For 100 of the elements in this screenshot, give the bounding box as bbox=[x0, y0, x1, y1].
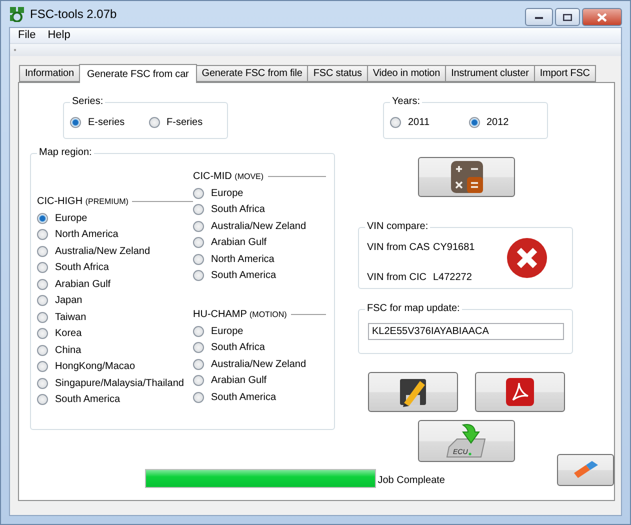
radio-button[interactable] bbox=[193, 254, 204, 265]
minimize-button[interactable] bbox=[525, 8, 553, 26]
radio-label: South Africa bbox=[211, 342, 265, 354]
radio-option[interactable]: South America bbox=[37, 392, 193, 408]
tab[interactable]: Generate FSC from car bbox=[78, 64, 197, 83]
radio-option[interactable]: Australia/New Zeland bbox=[37, 243, 193, 260]
radio-button[interactable] bbox=[193, 188, 204, 199]
vin-label: VIN from CIC bbox=[367, 272, 428, 283]
radio-button[interactable] bbox=[193, 392, 204, 403]
radio-button[interactable] bbox=[193, 375, 204, 386]
radio-label: Europe bbox=[211, 326, 244, 337]
tab[interactable]: FSC status bbox=[307, 65, 368, 82]
calculate-button[interactable] bbox=[418, 157, 515, 197]
radio-label: Taiwan bbox=[55, 312, 86, 323]
close-button[interactable] bbox=[582, 8, 622, 26]
group-heading: CIC-HIGH (PREMIUM) bbox=[37, 196, 128, 207]
radio-option[interactable]: South America bbox=[193, 389, 326, 406]
floppy-pencil-icon bbox=[398, 377, 428, 407]
tab[interactable]: Generate FSC from file bbox=[196, 65, 308, 82]
radio-label: South America bbox=[211, 392, 276, 403]
radio-button[interactable] bbox=[193, 326, 204, 337]
radio-label: Singapure/Malaysia/Thailand bbox=[55, 378, 184, 389]
radio-option[interactable]: Europe bbox=[37, 210, 193, 226]
clear-button[interactable] bbox=[557, 454, 614, 486]
radio-button[interactable] bbox=[37, 344, 48, 356]
radio-label: 2012 bbox=[486, 116, 509, 128]
menu-item[interactable]: Help bbox=[42, 28, 76, 43]
radio-option[interactable]: 2011 bbox=[390, 114, 468, 130]
radio-button[interactable] bbox=[37, 312, 48, 323]
radio-label: South America bbox=[211, 270, 276, 282]
radio-button[interactable] bbox=[390, 116, 401, 128]
radio-button[interactable] bbox=[37, 295, 48, 306]
calculator-icon bbox=[450, 161, 482, 193]
radio-option[interactable]: Europe bbox=[193, 323, 326, 340]
radio-label: Arabian Gulf bbox=[211, 375, 267, 386]
radio-label: China bbox=[55, 344, 82, 356]
radio-option[interactable]: Australia/New Zeland bbox=[193, 356, 326, 372]
radio-button[interactable] bbox=[37, 328, 48, 340]
radio-button[interactable] bbox=[148, 116, 160, 128]
radio-label: Europe bbox=[211, 188, 244, 199]
radio-button[interactable] bbox=[193, 270, 204, 282]
eraser-icon bbox=[572, 461, 600, 479]
radio-option[interactable]: Arabian Gulf bbox=[193, 372, 326, 389]
radio-label: Arabian Gulf bbox=[55, 278, 111, 290]
vin-value: L472272 bbox=[433, 272, 473, 283]
maximize-button[interactable] bbox=[555, 8, 580, 26]
radio-button[interactable] bbox=[193, 237, 204, 248]
radio-option[interactable]: F-series bbox=[148, 114, 227, 130]
radio-button[interactable] bbox=[193, 204, 204, 216]
radio-button[interactable] bbox=[37, 212, 48, 224]
save-button[interactable] bbox=[368, 372, 458, 412]
radio-button[interactable] bbox=[37, 262, 48, 274]
close-icon bbox=[597, 12, 607, 22]
radio-option[interactable]: HongKong/Macao bbox=[37, 358, 193, 375]
radio-option[interactable]: Europe bbox=[193, 185, 326, 202]
radio-option[interactable]: Taiwan bbox=[37, 309, 193, 326]
radio-button[interactable] bbox=[37, 394, 48, 406]
radio-option[interactable]: South America bbox=[193, 268, 326, 284]
radio-option[interactable]: Arabian Gulf bbox=[193, 234, 326, 251]
tab[interactable]: Import FSC bbox=[534, 65, 596, 82]
radio-button[interactable] bbox=[468, 116, 480, 128]
tab[interactable]: Instrument cluster bbox=[445, 65, 535, 82]
radio-button[interactable] bbox=[37, 229, 48, 240]
group-label: Map region: bbox=[37, 147, 94, 159]
tab[interactable]: Information bbox=[19, 65, 80, 82]
radio-label: South Africa bbox=[55, 262, 109, 274]
radio-button[interactable] bbox=[37, 361, 48, 372]
radio-option[interactable]: South Africa bbox=[37, 260, 193, 276]
app-logo-icon bbox=[9, 6, 25, 22]
radio-label: Australia/New Zeland bbox=[211, 358, 306, 370]
radio-button[interactable] bbox=[193, 358, 204, 370]
radio-label: Korea bbox=[55, 328, 82, 340]
radio-label: Japan bbox=[55, 295, 82, 306]
radio-option[interactable]: China bbox=[37, 342, 193, 358]
radio-option[interactable]: Australia/New Zeland bbox=[193, 218, 326, 234]
radio-option[interactable]: North America bbox=[193, 251, 326, 268]
group-label: FSC for map update: bbox=[365, 303, 462, 315]
radio-button[interactable] bbox=[37, 246, 48, 257]
radio-button[interactable] bbox=[193, 342, 204, 354]
radio-option[interactable]: North America bbox=[37, 226, 193, 243]
radio-option[interactable]: 2012 bbox=[468, 114, 547, 130]
radio-option[interactable]: Arabian Gulf bbox=[37, 276, 193, 292]
radio-option[interactable]: Korea bbox=[37, 326, 193, 342]
radio-button[interactable] bbox=[70, 116, 81, 128]
pdf-button[interactable] bbox=[475, 372, 565, 412]
minimize-icon bbox=[535, 16, 543, 18]
radio-option[interactable]: Japan bbox=[37, 292, 193, 309]
radio-button[interactable] bbox=[37, 278, 48, 290]
radio-button[interactable] bbox=[37, 378, 48, 389]
fsc-field[interactable]: KL2E55V376IAYABIAACA bbox=[368, 323, 564, 340]
radio-option[interactable]: E-series bbox=[70, 114, 148, 130]
radio-option[interactable]: South Africa bbox=[193, 340, 326, 356]
menu-item[interactable]: File bbox=[12, 28, 42, 43]
radio-button[interactable] bbox=[193, 220, 204, 232]
radio-label: Australia/New Zeland bbox=[211, 220, 306, 232]
radio-option[interactable]: South Africa bbox=[193, 202, 326, 218]
maximize-icon bbox=[563, 14, 572, 20]
tab[interactable]: Video in motion bbox=[366, 65, 446, 82]
radio-option[interactable]: Singapure/Malaysia/Thailand bbox=[37, 375, 193, 392]
group-heading: CIC-MID (MOVE) bbox=[193, 171, 264, 182]
